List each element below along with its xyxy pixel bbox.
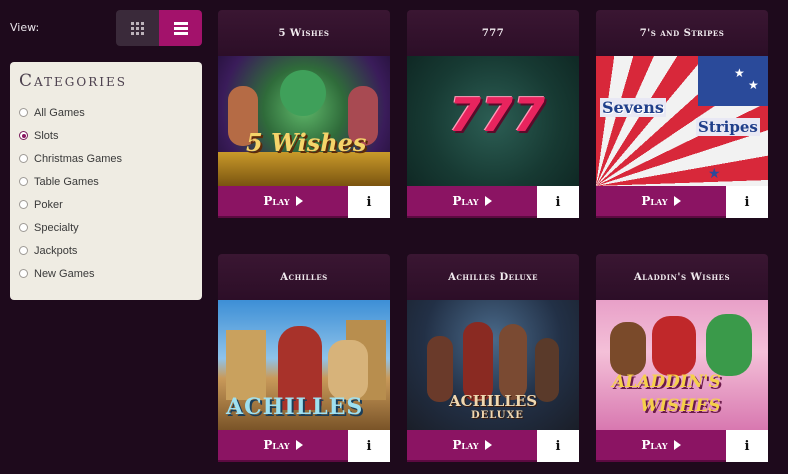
radio-icon[interactable] [19,154,28,163]
grid-view-button[interactable] [116,10,159,46]
game-card-777: 777 777 Play i [407,10,579,222]
view-switcher: View: [10,10,202,48]
category-label: Jackpots [34,244,78,257]
play-label: Play [452,194,479,208]
view-label: View: [10,21,40,34]
card-actions: Play i [218,186,390,218]
category-jackpots[interactable]: Jackpots [19,239,202,262]
info-button[interactable]: i [726,186,768,218]
play-arrow-icon [295,440,303,450]
game-title: Achilles Deluxe [407,254,579,300]
play-arrow-icon [484,440,492,450]
play-button[interactable]: Play [596,430,726,462]
game-card-achilles-deluxe: Achilles Deluxe ACHILLES DELUXE Play i [407,254,579,466]
game-art-text: ACHILLES [449,392,538,410]
category-label: Slots [34,129,59,142]
category-label: Christmas Games [34,152,123,165]
game-art-text: 777 [449,88,546,142]
info-button[interactable]: i [537,186,579,218]
category-poker[interactable]: Poker [19,193,202,216]
radio-icon[interactable] [19,269,28,278]
game-art-text: DELUXE [471,410,524,421]
play-arrow-icon [673,196,681,206]
grid-icon [131,21,144,35]
radio-icon[interactable] [19,246,28,255]
category-specialty[interactable]: Specialty [19,216,202,239]
info-button[interactable]: i [348,430,390,462]
game-art-text: 5 Wishes [246,128,367,157]
card-actions: Play i [218,430,390,462]
categories-panel: Categories All Games Slots Christmas Gam… [10,62,202,300]
game-art-text: Sevens [600,98,666,117]
play-label: Play [641,438,668,452]
game-title: Achilles [218,254,390,300]
play-label: Play [263,194,290,208]
category-table-games[interactable]: Table Games [19,170,202,193]
card-actions: Play i [596,186,768,218]
list-view-button[interactable] [159,10,202,46]
game-title: 7's and Stripes [596,10,768,56]
game-card-aladdins-wishes: Aladdin's Wishes ALADDIN'S WISHES Play i [596,254,768,466]
category-label: All Games [34,106,85,119]
play-arrow-icon [673,440,681,450]
play-arrow-icon [295,196,303,206]
star-icon: ★ [748,78,759,92]
game-title: 777 [407,10,579,56]
radio-icon[interactable] [19,108,28,117]
game-thumbnail[interactable]: ★ ★ ★ Sevens Stripes [596,56,768,186]
card-actions: Play i [596,430,768,462]
game-card-7s-and-stripes: 7's and Stripes ★ ★ ★ Sevens Stripes Pla… [596,10,768,222]
play-label: Play [641,194,668,208]
category-label: Table Games [34,175,99,188]
radio-icon[interactable] [19,177,28,186]
category-all-games[interactable]: All Games [19,101,202,124]
radio-icon[interactable] [19,200,28,209]
play-label: Play [452,438,479,452]
view-toggle [116,10,202,46]
category-label: Specialty [34,221,79,234]
category-christmas-games[interactable]: Christmas Games [19,147,202,170]
radio-icon[interactable] [19,223,28,232]
play-label: Play [263,438,290,452]
play-arrow-icon [484,196,492,206]
game-art-text: Stripes [696,118,760,136]
game-title: Aladdin's Wishes [596,254,768,300]
play-button[interactable]: Play [218,430,348,462]
game-card-achilles: Achilles ACHILLES Play i [218,254,390,466]
list-icon [173,21,188,35]
game-art-text: ALADDIN'S [612,372,721,392]
game-art-text: ACHILLES [226,394,364,420]
play-button[interactable]: Play [407,430,537,462]
game-thumbnail[interactable]: ACHILLES DELUXE [407,300,579,430]
play-button[interactable]: Play [218,186,348,218]
star-icon: ★ [708,166,721,182]
play-button[interactable]: Play [407,186,537,218]
card-actions: Play i [407,430,579,462]
star-icon: ★ [734,66,745,80]
categories-title: Categories [19,71,127,91]
game-thumbnail[interactable]: ALADDIN'S WISHES [596,300,768,430]
game-card-5-wishes: 5 Wishes 5 Wishes Play i [218,10,390,222]
game-thumbnail[interactable]: 5 Wishes [218,56,390,186]
card-actions: Play i [407,186,579,218]
category-slots[interactable]: Slots [19,124,202,147]
category-label: New Games [34,267,95,280]
play-button[interactable]: Play [596,186,726,218]
category-new-games[interactable]: New Games [19,262,202,285]
category-label: Poker [34,198,63,211]
info-button[interactable]: i [537,430,579,462]
game-title: 5 Wishes [218,10,390,56]
info-button[interactable]: i [726,430,768,462]
radio-checked-icon[interactable] [19,131,28,140]
game-art-text: WISHES [640,396,721,416]
game-thumbnail[interactable]: ACHILLES [218,300,390,430]
game-thumbnail[interactable]: 777 [407,56,579,186]
info-button[interactable]: i [348,186,390,218]
